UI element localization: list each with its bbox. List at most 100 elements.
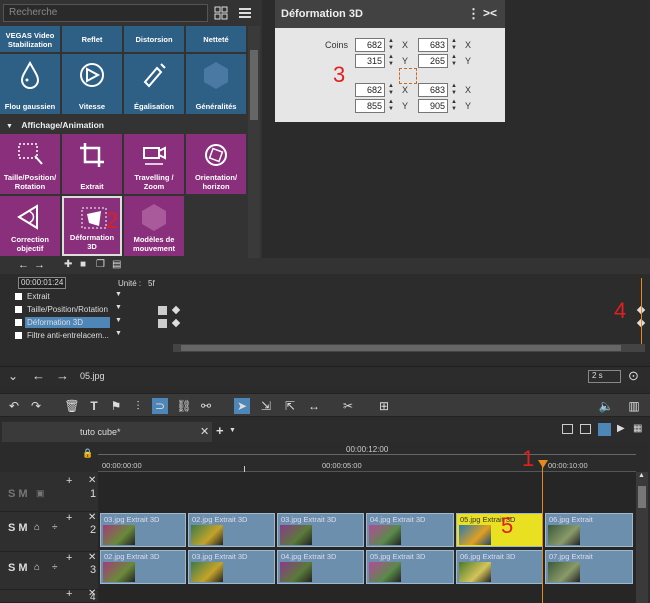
corner2-y-input[interactable]: 265: [418, 54, 448, 68]
unlink-icon[interactable]: ⚯: [198, 398, 214, 414]
trim-icon[interactable]: ↔: [306, 398, 322, 414]
scrollbar-thumb[interactable]: [638, 486, 646, 508]
undo-arrow-icon[interactable]: ←: [18, 259, 29, 271]
remove-icon[interactable]: ✕: [88, 512, 96, 523]
curve-icon[interactable]: [158, 306, 167, 315]
curve-icon[interactable]: [158, 319, 167, 328]
keyframe-marker[interactable]: [171, 305, 181, 315]
track-taille-position[interactable]: Taille/Position/Rotation ▼: [0, 304, 170, 316]
lock-icon[interactable]: ⌂: [34, 522, 40, 533]
dropdown-icon[interactable]: ▼: [115, 330, 122, 337]
camera-icon[interactable]: ▶: [617, 423, 625, 434]
effect-tile-orientation[interactable]: Orientation/ horizon: [186, 134, 246, 194]
clip[interactable]: 07.jpg Extrait: [545, 550, 633, 584]
lock-icon[interactable]: ▣: [36, 488, 45, 499]
corner3-y-input[interactable]: 855: [355, 99, 385, 113]
pointer-track-icon[interactable]: ⇱: [282, 398, 298, 414]
effect-tile-stabilization[interactable]: VEGAS Video Stabilization: [0, 26, 60, 52]
scroll-up-icon[interactable]: ▲: [638, 472, 645, 479]
more-menu-icon[interactable]: ⋮: [467, 6, 480, 22]
effect-tile-extrait[interactable]: Extrait: [62, 134, 122, 194]
effect-tile-nettete[interactable]: Netteté: [186, 26, 246, 52]
track-lane-1[interactable]: [98, 472, 636, 512]
corner3-x-input[interactable]: 682: [355, 83, 385, 97]
keyframe-scrollbar[interactable]: [173, 344, 645, 352]
lock-icon[interactable]: ⌂: [34, 562, 40, 573]
duration-field[interactable]: 2 s: [588, 370, 621, 383]
clip[interactable]: 06.jpg Extrait: [545, 513, 633, 547]
layout-timeline-icon[interactable]: [598, 423, 611, 436]
spin-icon[interactable]: ▲ ▼: [387, 99, 395, 113]
track-filtre[interactable]: Filtre anti-entrelacem... ▼: [0, 330, 170, 342]
timeline-vscrollbar[interactable]: ▲: [636, 472, 648, 603]
effect-tile-egalisation[interactable]: Égalisation: [124, 54, 184, 114]
add-icon[interactable]: +: [66, 512, 72, 524]
checkbox[interactable]: [15, 332, 22, 339]
volume-icon[interactable]: ÷: [52, 522, 58, 533]
settings-icon[interactable]: ▦: [633, 423, 642, 434]
corner2-x-input[interactable]: 683: [418, 38, 448, 52]
insert-icon[interactable]: ⊞: [376, 398, 392, 414]
grid-view-icon[interactable]: [214, 6, 228, 20]
effects-scrollbar-thumb[interactable]: [250, 50, 258, 120]
collapse-down-icon[interactable]: ⌄: [8, 369, 18, 383]
trash-icon[interactable]: 🗑: [64, 398, 80, 414]
delete-keyframe-icon[interactable]: ■: [80, 259, 86, 270]
clip[interactable]: 05.jpg Extrait 3D: [366, 550, 454, 584]
layout-split-icon[interactable]: [580, 424, 591, 434]
dropdown-icon[interactable]: ▼: [115, 317, 122, 324]
spin-icon[interactable]: ▲ ▼: [450, 54, 458, 68]
dropdown-icon[interactable]: ▼: [115, 291, 122, 298]
list-view-icon[interactable]: [238, 6, 252, 20]
clip[interactable]: 04.jpg Extrait 3D: [366, 513, 454, 547]
layout-single-icon[interactable]: [562, 424, 573, 434]
section-affichage-animation[interactable]: ▼ Affichage/Animation: [0, 118, 246, 132]
checkbox[interactable]: [15, 306, 22, 313]
clip[interactable]: 03.jpg Extrait 3D: [277, 513, 364, 547]
redo-icon[interactable]: ↷: [28, 398, 44, 414]
add-icon[interactable]: +: [66, 588, 72, 600]
collapse-icon[interactable]: ><: [483, 6, 497, 20]
effect-tile-generalites[interactable]: Généralités: [186, 54, 246, 114]
effect-tile-vitesse[interactable]: Vitesse: [62, 54, 122, 114]
new-tab-icon[interactable]: +: [216, 423, 224, 438]
timecode-field[interactable]: 00:00:01:24: [18, 277, 66, 289]
keyframe-marker[interactable]: [171, 318, 181, 328]
spin-icon[interactable]: ▲ ▼: [387, 83, 395, 97]
lock-icon[interactable]: 🔒: [82, 448, 93, 459]
checkbox[interactable]: [15, 293, 22, 300]
keyframe-playhead[interactable]: [641, 278, 642, 344]
track-lane-4[interactable]: [98, 590, 636, 603]
clip[interactable]: 05.jpg Extrait 3D: [456, 513, 543, 547]
spin-icon[interactable]: ▲ ▼: [387, 38, 395, 52]
effects-scrollbar[interactable]: [248, 26, 260, 258]
track-extrait[interactable]: Extrait ▼: [0, 291, 170, 303]
corner1-y-input[interactable]: 315: [355, 54, 385, 68]
corner4-y-input[interactable]: 905: [418, 99, 448, 113]
clip[interactable]: 04.jpg Extrait 3D: [277, 550, 364, 584]
clip[interactable]: 03.jpg Extrait 3D: [188, 550, 275, 584]
timeline-ruler[interactable]: 00:00:12:00 00:00:00:00 00:00:05:00 00:0…: [98, 442, 636, 472]
scissors-icon[interactable]: ✂: [340, 398, 356, 414]
add-icon[interactable]: +: [66, 552, 72, 564]
flag-icon[interactable]: ⚑: [108, 398, 124, 414]
mixer-icon[interactable]: ⫶: [130, 398, 146, 414]
pointer-multi-icon[interactable]: ⇲: [258, 398, 274, 414]
remove-icon[interactable]: ✕: [88, 475, 96, 486]
playhead[interactable]: [542, 462, 543, 603]
back-arrow-icon[interactable]: ←: [32, 368, 45, 383]
effect-tile-modeles-mouvement[interactable]: Modèles de mouvement: [124, 196, 184, 256]
undo-icon[interactable]: ↶: [6, 398, 22, 414]
chevron-circle-icon[interactable]: ⊙: [628, 368, 639, 384]
link-icon[interactable]: ⛓: [176, 398, 192, 414]
playhead-handle[interactable]: [538, 460, 548, 468]
tab-menu-icon[interactable]: ▼: [229, 427, 236, 434]
clip[interactable]: 02.jpg Extrait 3D: [100, 550, 186, 584]
tab-tuto-cube[interactable]: tuto cube* ✕: [2, 422, 212, 442]
text-icon[interactable]: T: [86, 398, 102, 414]
clip[interactable]: 03.jpg Extrait 3D: [100, 513, 186, 547]
effect-tile-distorsion[interactable]: Distorsion: [124, 26, 184, 52]
speaker-icon[interactable]: 🔈: [598, 398, 614, 414]
effect-tile-travelling[interactable]: Travelling / Zoom: [124, 134, 184, 194]
checkbox[interactable]: [15, 319, 22, 326]
